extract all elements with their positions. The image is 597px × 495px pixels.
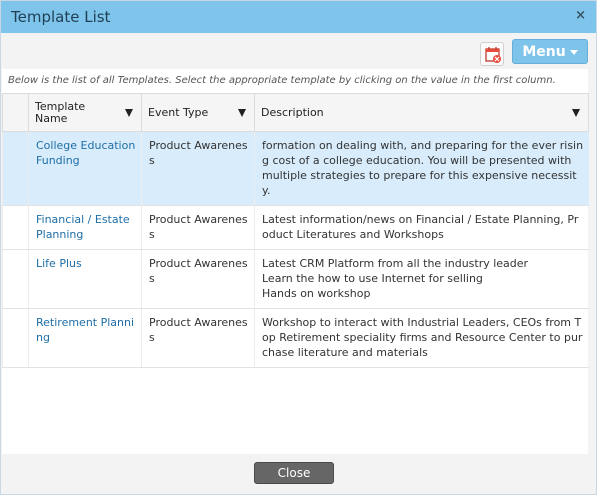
- description-line: Latest CRM Platform from all the industr…: [262, 257, 529, 270]
- close-icon[interactable]: ×: [575, 8, 586, 23]
- row-selector-cell[interactable]: [2, 249, 29, 309]
- table-row[interactable]: Retirement Planning Product Awareness Wo…: [2, 308, 589, 368]
- template-table: Template Name Event Type Description Col…: [2, 93, 589, 368]
- template-panel: Below is the list of all Templates. Sele…: [2, 69, 589, 454]
- description-cell: Latest CRM Platform from all the industr…: [254, 249, 589, 309]
- template-name-cell[interactable]: College Education Funding: [28, 131, 142, 206]
- calendar-remove-icon[interactable]: [480, 42, 504, 66]
- description-cell: Latest information/news on Financial / E…: [254, 205, 589, 250]
- template-name-cell[interactable]: Financial / Estate Planning: [28, 205, 142, 250]
- filter-icon[interactable]: [572, 109, 580, 117]
- filter-icon[interactable]: [125, 109, 133, 117]
- dialog-title: Template List: [11, 8, 111, 26]
- row-selector-cell[interactable]: [2, 205, 29, 250]
- template-name-link[interactable]: Financial / Estate Planning: [36, 213, 130, 241]
- column-header-template-name[interactable]: Template Name: [28, 93, 142, 132]
- description-cell: formation on dealing with, and preparing…: [254, 131, 589, 206]
- table-row[interactable]: College Education Funding Product Awaren…: [2, 131, 589, 206]
- column-header-label: Description: [261, 106, 324, 119]
- description-cell: Workshop to interact with Industrial Lea…: [254, 308, 589, 368]
- filter-icon[interactable]: [238, 109, 246, 117]
- select-column-header: [2, 93, 29, 132]
- table-row[interactable]: Life Plus Product Awareness Latest CRM P…: [2, 249, 589, 309]
- template-name-link[interactable]: Retirement Planning: [36, 316, 134, 344]
- event-type-cell: Product Awareness: [141, 131, 255, 206]
- event-type-cell: Product Awareness: [141, 205, 255, 250]
- menu-button[interactable]: Menu: [512, 39, 588, 64]
- table-row[interactable]: Financial / Estate Planning Product Awar…: [2, 205, 589, 250]
- template-name-link[interactable]: College Education Funding: [36, 139, 135, 167]
- description-line: Learn the how to use Internet for sellin…: [262, 272, 483, 285]
- column-header-label: Template Name: [35, 99, 86, 125]
- template-list-dialog: Template List × Menu Below is the list o…: [0, 0, 597, 495]
- description-line: Hands on workshop: [262, 287, 371, 300]
- template-name-link[interactable]: Life Plus: [36, 257, 82, 270]
- event-type-cell: Product Awareness: [141, 249, 255, 309]
- event-type-cell: Product Awareness: [141, 308, 255, 368]
- column-header-event-type[interactable]: Event Type: [141, 93, 255, 132]
- row-selector-cell[interactable]: [2, 131, 29, 206]
- table-header-row: Template Name Event Type Description: [2, 93, 589, 132]
- template-name-cell[interactable]: Life Plus: [28, 249, 142, 309]
- instructions-text: Below is the list of all Templates. Sele…: [8, 75, 556, 86]
- dialog-titlebar[interactable]: Template List ×: [1, 1, 596, 33]
- menu-button-label: Menu: [522, 43, 566, 60]
- column-header-description[interactable]: Description: [254, 93, 589, 132]
- chevron-down-icon: [569, 50, 578, 55]
- row-selector-cell[interactable]: [2, 308, 29, 368]
- close-button[interactable]: Close: [254, 462, 334, 484]
- template-name-cell[interactable]: Retirement Planning: [28, 308, 142, 368]
- column-header-label: Event Type: [148, 106, 209, 119]
